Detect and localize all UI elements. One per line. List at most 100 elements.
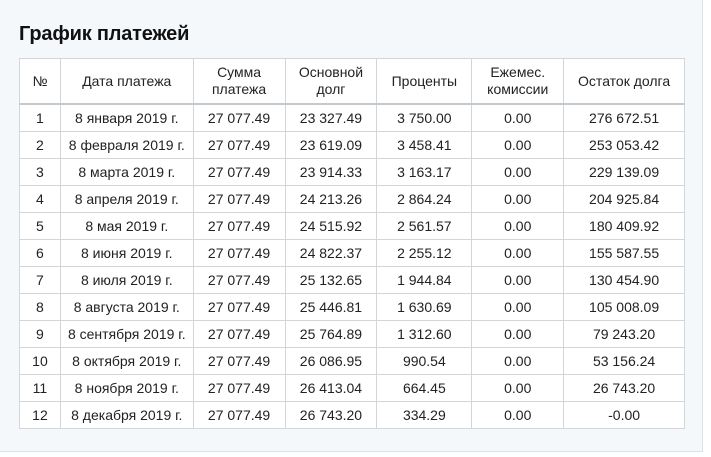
cell-fee: 0.00 xyxy=(471,401,565,429)
header-sum-line1: Сумма xyxy=(217,64,262,80)
cell-interest: 1 312.60 xyxy=(376,320,473,348)
cell-sum: 27 077.49 xyxy=(192,320,286,348)
cell-fee: 0.00 xyxy=(471,293,565,321)
cell-main-debt: 26 413.04 xyxy=(284,374,378,402)
cell-num: 3 xyxy=(19,158,61,186)
cell-sum: 27 077.49 xyxy=(192,212,286,240)
cell-fee: 0.00 xyxy=(471,320,565,348)
table-row: 7 8 июля 2019 г. 27 077.49 25 132.65 1 9… xyxy=(19,266,685,294)
cell-interest: 1 630.69 xyxy=(376,293,473,321)
cell-date: 8 июня 2019 г. xyxy=(59,239,194,267)
header-sum: Сумма платежа xyxy=(192,58,286,105)
cell-date: 8 сентября 2019 г. xyxy=(59,320,194,348)
payment-schedule-panel: График платежей № Дата платежа Сумма плат… xyxy=(0,0,703,452)
cell-balance: -0.00 xyxy=(563,401,685,429)
cell-balance: 105 008.09 xyxy=(563,293,685,321)
table-row: 6 8 июня 2019 г. 27 077.49 24 822.37 2 2… xyxy=(19,239,685,267)
cell-date: 8 августа 2019 г. xyxy=(59,293,194,321)
table-row: 5 8 мая 2019 г. 27 077.49 24 515.92 2 56… xyxy=(19,212,685,240)
cell-main-debt: 25 764.89 xyxy=(284,320,378,348)
cell-balance: 155 587.55 xyxy=(563,239,685,267)
cell-date: 8 апреля 2019 г. xyxy=(59,185,194,213)
cell-sum: 27 077.49 xyxy=(192,239,286,267)
cell-num: 2 xyxy=(19,131,61,159)
cell-num: 1 xyxy=(19,103,61,132)
header-main-debt: Основной долг xyxy=(284,58,378,105)
cell-sum: 27 077.49 xyxy=(192,158,286,186)
cell-main-debt: 23 619.09 xyxy=(284,131,378,159)
cell-main-debt: 24 515.92 xyxy=(284,212,378,240)
cell-sum: 27 077.49 xyxy=(192,103,286,132)
cell-main-debt: 23 914.33 xyxy=(284,158,378,186)
cell-num: 10 xyxy=(19,347,61,375)
cell-date: 8 марта 2019 г. xyxy=(59,158,194,186)
cell-balance: 79 243.20 xyxy=(563,320,685,348)
cell-num: 11 xyxy=(19,374,61,402)
header-fee: Ежемес. комиссии xyxy=(471,58,565,105)
cell-interest: 3 750.00 xyxy=(376,103,473,132)
header-main-line1: Основной xyxy=(298,64,364,80)
cell-num: 7 xyxy=(19,266,61,294)
cell-interest: 334.29 xyxy=(376,401,473,429)
cell-sum: 27 077.49 xyxy=(192,185,286,213)
header-fee-line2: комиссии xyxy=(487,81,549,97)
cell-date: 8 октября 2019 г. xyxy=(59,347,194,375)
cell-fee: 0.00 xyxy=(471,266,565,294)
header-date: Дата платежа xyxy=(59,58,194,105)
cell-date: 8 января 2019 г. xyxy=(59,103,194,132)
cell-fee: 0.00 xyxy=(471,103,565,132)
cell-date: 8 ноября 2019 г. xyxy=(59,374,194,402)
cell-num: 5 xyxy=(19,212,61,240)
cell-balance: 204 925.84 xyxy=(563,185,685,213)
cell-num: 12 xyxy=(19,401,61,429)
cell-interest: 2 561.57 xyxy=(376,212,473,240)
cell-sum: 27 077.49 xyxy=(192,131,286,159)
cell-num: 9 xyxy=(19,320,61,348)
cell-interest: 990.54 xyxy=(376,347,473,375)
cell-num: 4 xyxy=(19,185,61,213)
cell-balance: 276 672.51 xyxy=(563,103,685,132)
cell-interest: 1 944.84 xyxy=(376,266,473,294)
table-body: 1 8 января 2019 г. 27 077.49 23 327.49 3… xyxy=(19,103,685,429)
cell-fee: 0.00 xyxy=(471,347,565,375)
page-title: График платежей xyxy=(19,23,190,45)
table-header: № Дата платежа Сумма платежа Основной долг… xyxy=(19,58,685,105)
cell-main-debt: 25 446.81 xyxy=(284,293,378,321)
cell-date: 8 июля 2019 г. xyxy=(59,266,194,294)
cell-main-debt: 24 822.37 xyxy=(284,239,378,267)
cell-balance: 26 743.20 xyxy=(563,374,685,402)
cell-main-debt: 23 327.49 xyxy=(284,103,378,132)
header-num: № xyxy=(19,58,61,105)
cell-interest: 3 163.17 xyxy=(376,158,473,186)
cell-balance: 180 409.92 xyxy=(563,212,685,240)
cell-fee: 0.00 xyxy=(471,131,565,159)
cell-balance: 253 053.42 xyxy=(563,131,685,159)
header-interest: Проценты xyxy=(376,58,473,105)
table-row: 2 8 февраля 2019 г. 27 077.49 23 619.09 … xyxy=(19,131,685,159)
table-row: 3 8 марта 2019 г. 27 077.49 23 914.33 3 … xyxy=(19,158,685,186)
cell-fee: 0.00 xyxy=(471,185,565,213)
cell-balance: 53 156.24 xyxy=(563,347,685,375)
cell-num: 8 xyxy=(19,293,61,321)
cell-fee: 0.00 xyxy=(471,158,565,186)
table-row: 10 8 октября 2019 г. 27 077.49 26 086.95… xyxy=(19,347,685,375)
cell-main-debt: 25 132.65 xyxy=(284,266,378,294)
cell-sum: 27 077.49 xyxy=(192,266,286,294)
cell-num: 6 xyxy=(19,239,61,267)
cell-date: 8 декабря 2019 г. xyxy=(59,401,194,429)
cell-interest: 3 458.41 xyxy=(376,131,473,159)
header-main-line2: долг xyxy=(316,81,346,97)
cell-fee: 0.00 xyxy=(471,374,565,402)
cell-sum: 27 077.49 xyxy=(192,374,286,402)
table-row: 12 8 декабря 2019 г. 27 077.49 26 743.20… xyxy=(19,401,685,429)
cell-balance: 130 454.90 xyxy=(563,266,685,294)
header-sum-line2: платежа xyxy=(211,81,267,97)
table-row: 4 8 апреля 2019 г. 27 077.49 24 213.26 2… xyxy=(19,185,685,213)
cell-main-debt: 26 743.20 xyxy=(284,401,378,429)
header-balance: Остаток долга xyxy=(563,58,685,105)
cell-sum: 27 077.49 xyxy=(192,293,286,321)
cell-main-debt: 26 086.95 xyxy=(284,347,378,375)
cell-interest: 2 255.12 xyxy=(376,239,473,267)
cell-sum: 27 077.49 xyxy=(192,347,286,375)
cell-sum: 27 077.49 xyxy=(192,401,286,429)
